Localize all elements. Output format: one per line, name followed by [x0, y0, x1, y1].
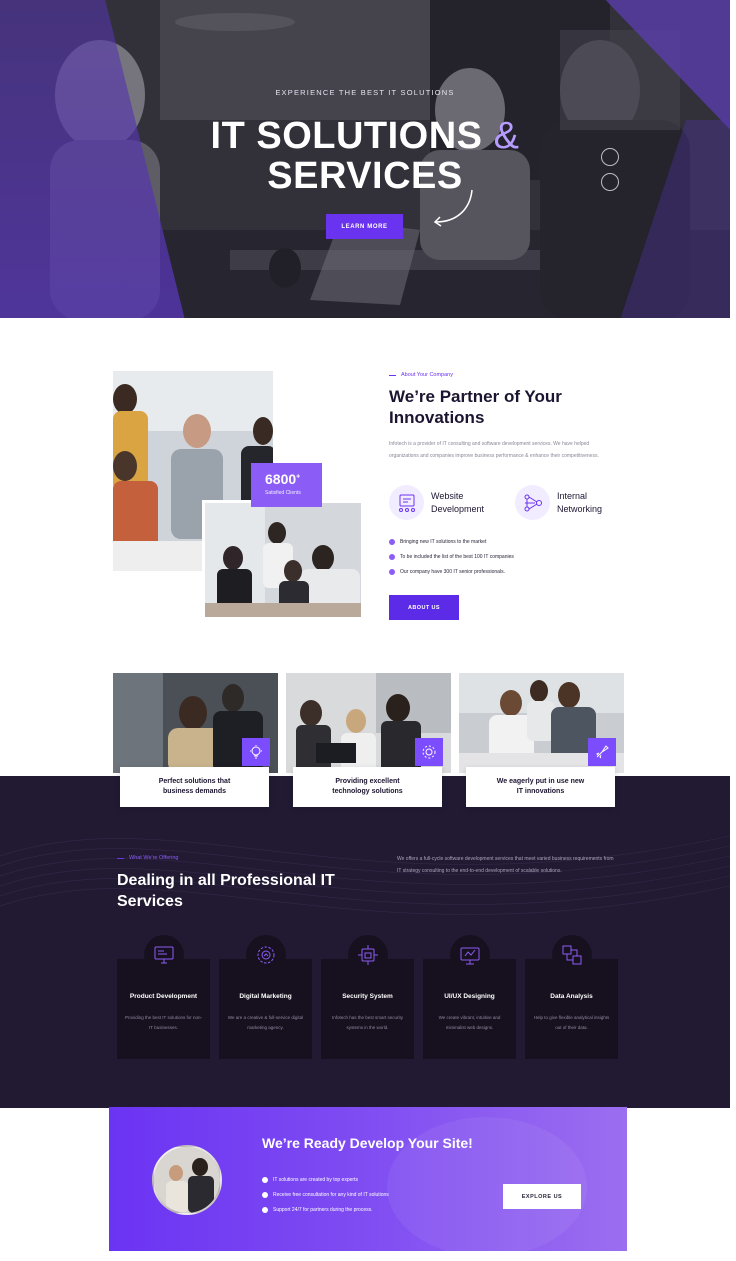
cta-point-list: IT solutions are created by top experts …: [262, 1172, 389, 1217]
service-text: Infotech has the best smart security sys…: [331, 1015, 404, 1030]
explore-us-button[interactable]: EXPLORE US: [503, 1184, 581, 1209]
feature-website-development[interactable]: Website Development: [389, 485, 484, 520]
service-text: We are a creative & full-service digital…: [227, 1015, 304, 1030]
service-text: Help to give flexible analytical insight…: [533, 1015, 610, 1030]
check-icon: [389, 568, 395, 575]
service-title: UI/UX Designing: [444, 993, 495, 1000]
feature-card-innovations[interactable]: We eagerly put in use new IT innovations: [459, 673, 624, 807]
cta-banner: We’re Ready Develop Your Site! IT soluti…: [109, 1107, 627, 1251]
network-icon: [515, 485, 550, 520]
design-icon: [450, 935, 490, 975]
website-development-icon: [389, 485, 424, 520]
cog-chart-icon: [246, 935, 286, 975]
service-title: Product Development: [129, 993, 198, 1000]
check-icon: [389, 538, 395, 545]
service-card-security-system[interactable]: Security System Infotech has the best sm…: [321, 935, 414, 1059]
about-title: We’re Partner of Your Innovations: [389, 387, 562, 427]
feature-card-technology[interactable]: Providing excellent technology solutions: [286, 673, 451, 807]
service-title: Data Analysis: [550, 993, 593, 1000]
feature-label-line2: Networking: [557, 503, 603, 514]
about-us-button[interactable]: ABOUT US: [389, 595, 459, 620]
list-item: IT solutions are created by top experts: [262, 1172, 389, 1187]
service-card-product-development[interactable]: Product Development Providing the best I…: [117, 935, 210, 1059]
feature-internal-networking[interactable]: Internal Networking: [515, 485, 602, 520]
services-title: Dealing in all Professional IT Services: [117, 872, 335, 910]
feature-card-solutions[interactable]: Perfect solutions that business demands: [113, 673, 278, 807]
cta-title: We’re Ready Develop Your Site!: [262, 1135, 473, 1151]
about-check-list: Bringing new IT solutions to the market …: [389, 534, 514, 579]
satisfied-clients-stat: 6800+ Satisfied Clients: [251, 463, 322, 507]
card-caption: We eagerly put in use new IT innovations: [466, 767, 615, 807]
list-item: Bringing new IT solutions to the market: [389, 534, 514, 549]
hero-title-line1: IT SOLUTIONS &: [210, 115, 520, 157]
service-card-ui-ux-designing[interactable]: UI/UX Designing We create vibrant, intui…: [423, 935, 516, 1059]
list-item: Receive free consultation for any kind o…: [262, 1187, 389, 1202]
service-text: We create vibrant, intuitive and minimal…: [438, 1015, 501, 1030]
card-caption: Perfect solutions that business demands: [120, 767, 269, 807]
launch-icon: [588, 738, 616, 766]
feature-label-line1: Website: [431, 490, 464, 501]
stat-plus: +: [296, 473, 301, 481]
service-text: Providing the best IT solutions for non-…: [125, 1015, 202, 1030]
about-team-photo-2: [202, 500, 364, 620]
service-card-digital-marketing[interactable]: Digital Marketing We are a creative & fu…: [219, 935, 312, 1059]
check-icon: [262, 1176, 268, 1183]
list-item: To be included the list of the best 100 …: [389, 549, 514, 564]
check-icon: [262, 1206, 268, 1213]
service-title: Digital Marketing: [239, 993, 292, 1000]
service-title: Security System: [342, 993, 393, 1000]
services-description: We offers a full-cycle software developm…: [397, 856, 614, 874]
services-kicker: What We're Offering: [117, 855, 178, 861]
feature-label-line2: Development: [431, 503, 485, 514]
hero-title-line2: SERVICES: [267, 155, 463, 197]
list-item: Our company have 300 IT senior professio…: [389, 564, 514, 579]
stat-number: 6800: [265, 471, 297, 487]
slider-dot-1[interactable]: [601, 148, 619, 166]
list-item: Support 24/7 for partners during the pro…: [262, 1202, 389, 1217]
slider-dot-2[interactable]: [601, 173, 619, 191]
hero-section: EXPERIENCE THE BEST IT SOLUTIONS IT SOLU…: [0, 0, 730, 318]
curved-arrow-icon: [433, 189, 473, 227]
learn-more-button[interactable]: LEARN MORE: [326, 214, 403, 239]
about-kicker: About Your Company: [389, 372, 453, 378]
hero-kicker: EXPERIENCE THE BEST IT SOLUTIONS: [275, 88, 455, 97]
cta-team-photo: [152, 1145, 222, 1215]
idea-icon: [242, 738, 270, 766]
gear-icon: [415, 738, 443, 766]
service-card-data-analysis[interactable]: Data Analysis Help to give flexible anal…: [525, 935, 618, 1059]
check-icon: [262, 1191, 268, 1198]
stat-label: Satisfied Clients: [265, 490, 301, 496]
security-icon: [348, 935, 388, 975]
feature-label-line1: Internal: [557, 490, 588, 501]
monitor-icon: [144, 935, 184, 975]
data-analysis-icon: [552, 935, 592, 975]
check-icon: [389, 553, 395, 560]
card-caption: Providing excellent technology solutions: [293, 767, 442, 807]
about-description: Infotech is a provider of IT consulting …: [389, 441, 599, 459]
